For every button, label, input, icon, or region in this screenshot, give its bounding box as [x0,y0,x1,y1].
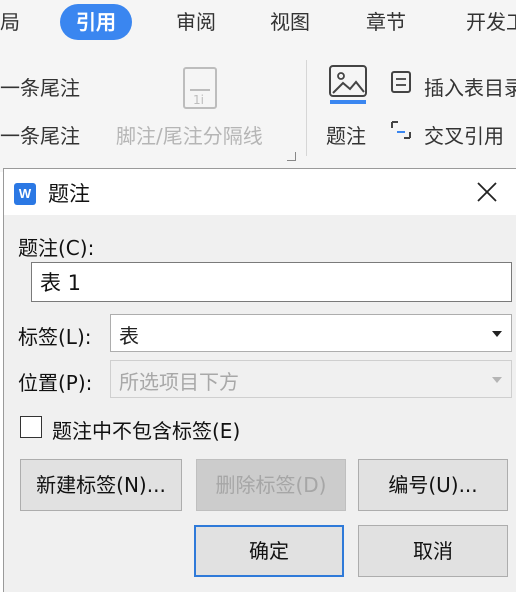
next-endnote-button[interactable]: 下一条尾注 [0,120,80,149]
chevron-down-icon [492,377,502,383]
caption-input[interactable] [31,262,512,302]
exclude-label-checkbox[interactable] [20,416,42,438]
position-field-label: 位置(P): [18,371,93,395]
caption-dialog: W 题注 题注(C): 标签(L): 表 位置(P): 所选项目下方 题注中不包… [3,168,516,592]
delete-label-button[interactable]: 删除标签(D) [196,459,346,511]
cross-reference-button[interactable]: 交叉引用 [424,120,504,149]
wps-writer-icon: W [14,183,36,205]
exclude-label-text: 题注中不包含标签(E) [52,419,241,443]
tab-developer[interactable]: 开发工具 [466,4,516,40]
close-icon[interactable] [472,179,502,207]
label-field-label: 标签(L): [18,325,92,349]
cross-reference-icon [388,116,414,144]
position-select[interactable]: 所选项目下方 [110,360,512,398]
label-select[interactable]: 表 [110,314,512,352]
position-select-value: 所选项目下方 [119,370,239,394]
tab-layout[interactable]: 布局 [0,4,20,40]
dialog-titlebar: W 题注 [4,169,516,215]
ribbon-separator [306,60,307,156]
svg-text:1i: 1i [193,93,204,107]
label-select-value: 表 [119,324,139,348]
insert-table-of-tables-button[interactable]: 插入表目录 [424,72,516,101]
tab-review[interactable]: 审阅 [176,4,216,40]
chevron-down-icon [492,331,502,337]
tab-view[interactable]: 视图 [270,4,310,40]
group-launcher-icon[interactable] [287,152,296,161]
table-of-tables-icon [388,68,414,96]
cancel-button[interactable]: 取消 [358,525,508,577]
caption-icon [328,64,368,106]
numbering-button[interactable]: 编号(U)... [358,459,508,511]
prev-endnote-button[interactable]: 上一条尾注 [0,72,80,101]
ribbon: 布局 引用 审阅 视图 章节 开发工具 上一条尾注 下一条尾注 1i 脚注/尾注… [0,0,516,172]
ribbon-tabs: 布局 引用 审阅 视图 章节 开发工具 [0,0,516,46]
caption-ribbon-button[interactable]: 题注 [326,120,366,149]
caption-field-label: 题注(C): [18,236,95,260]
dialog-title: 题注 [48,182,90,206]
tab-references[interactable]: 引用 [60,4,132,40]
footnote-separator-icon: 1i [178,66,222,110]
ok-button[interactable]: 确定 [194,525,344,577]
new-label-button[interactable]: 新建标签(N)... [20,459,182,511]
footnote-separator-button[interactable]: 脚注/尾注分隔线 [116,120,263,149]
tab-section[interactable]: 章节 [366,4,406,40]
